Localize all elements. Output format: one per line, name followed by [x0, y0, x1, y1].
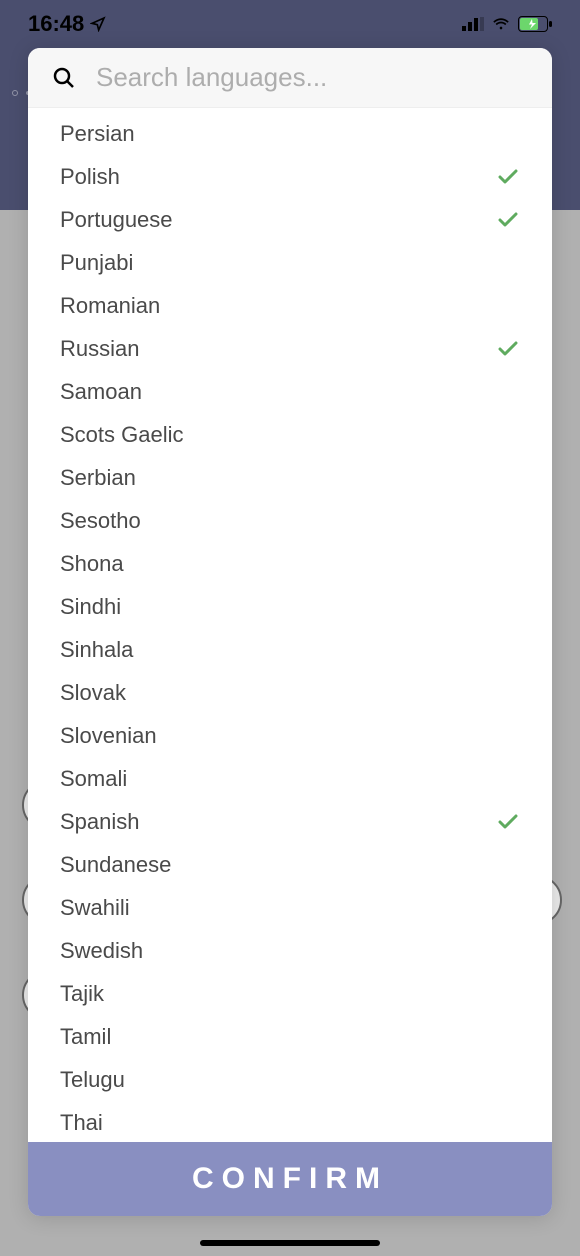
language-label: Slovenian: [60, 723, 157, 749]
language-item[interactable]: Thai: [28, 1101, 552, 1142]
language-label: Slovak: [60, 680, 126, 706]
language-item[interactable]: Swedish: [28, 929, 552, 972]
language-picker-modal: Persian Polish Portuguese Punjabi Romanian Ru…: [28, 48, 552, 1216]
language-item[interactable]: Persian: [28, 112, 552, 155]
home-indicator[interactable]: [200, 1240, 380, 1246]
language-label: Sindhi: [60, 594, 121, 620]
language-item[interactable]: Sundanese: [28, 843, 552, 886]
language-item[interactable]: Russian: [28, 327, 552, 370]
search-bar: [28, 48, 552, 108]
language-item[interactable]: Punjabi: [28, 241, 552, 284]
cellular-signal-icon: [462, 16, 484, 32]
language-label: Portuguese: [60, 207, 173, 233]
language-label: Serbian: [60, 465, 136, 491]
language-item[interactable]: Swahili: [28, 886, 552, 929]
language-item[interactable]: Slovenian: [28, 714, 552, 757]
language-label: Shona: [60, 551, 124, 577]
language-item[interactable]: Telugu: [28, 1058, 552, 1101]
language-label: Somali: [60, 766, 127, 792]
language-label: Tamil: [60, 1024, 111, 1050]
language-item[interactable]: Serbian: [28, 456, 552, 499]
check-icon: [496, 810, 520, 834]
language-label: Swahili: [60, 895, 130, 921]
language-item[interactable]: Samoan: [28, 370, 552, 413]
language-item[interactable]: Shona: [28, 542, 552, 585]
location-arrow-icon: [90, 16, 106, 32]
status-time: 16:48: [28, 11, 106, 37]
language-item[interactable]: Sinhala: [28, 628, 552, 671]
check-icon: [496, 165, 520, 189]
check-icon: [496, 337, 520, 361]
confirm-button[interactable]: CONFIRM: [28, 1142, 552, 1216]
language-label: Romanian: [60, 293, 160, 319]
language-label: Samoan: [60, 379, 142, 405]
language-label: Sesotho: [60, 508, 141, 534]
language-label: Scots Gaelic: [60, 422, 184, 448]
search-icon: [52, 66, 76, 90]
wifi-icon: [490, 16, 512, 32]
language-item[interactable]: Spanish: [28, 800, 552, 843]
search-input[interactable]: [96, 62, 528, 93]
language-item[interactable]: Somali: [28, 757, 552, 800]
language-item[interactable]: Polish: [28, 155, 552, 198]
language-label: Russian: [60, 336, 139, 362]
language-label: Thai: [60, 1110, 103, 1136]
language-label: Polish: [60, 164, 120, 190]
clock-text: 16:48: [28, 11, 84, 37]
battery-charging-icon: [518, 16, 552, 32]
language-item[interactable]: Sesotho: [28, 499, 552, 542]
language-item[interactable]: Tamil: [28, 1015, 552, 1058]
language-item[interactable]: Tajik: [28, 972, 552, 1015]
language-label: Persian: [60, 121, 135, 147]
check-icon: [496, 208, 520, 232]
language-item[interactable]: Portuguese: [28, 198, 552, 241]
language-label: Sinhala: [60, 637, 133, 663]
language-list[interactable]: Persian Polish Portuguese Punjabi Romanian Ru…: [28, 108, 552, 1142]
language-label: Swedish: [60, 938, 143, 964]
language-item[interactable]: Scots Gaelic: [28, 413, 552, 456]
language-item[interactable]: Romanian: [28, 284, 552, 327]
status-indicators: [462, 16, 552, 32]
language-item[interactable]: Slovak: [28, 671, 552, 714]
language-label: Tajik: [60, 981, 104, 1007]
language-label: Telugu: [60, 1067, 125, 1093]
status-bar: 16:48: [0, 0, 580, 48]
language-label: Sundanese: [60, 852, 171, 878]
language-label: Spanish: [60, 809, 140, 835]
language-item[interactable]: Sindhi: [28, 585, 552, 628]
language-label: Punjabi: [60, 250, 133, 276]
